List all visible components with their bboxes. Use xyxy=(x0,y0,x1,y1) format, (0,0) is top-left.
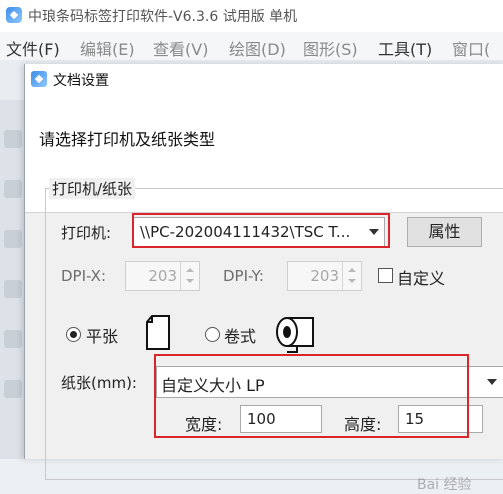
tool-strip xyxy=(0,100,26,459)
printer-select-value: \\PC-202004111432\TSC T... xyxy=(140,223,351,241)
menu-draw[interactable]: 绘图(D) xyxy=(229,36,286,60)
chevron-down-icon[interactable] xyxy=(481,367,503,397)
custom-dpi-checkbox[interactable] xyxy=(378,268,393,283)
menu-window[interactable]: 窗口( xyxy=(452,36,490,60)
printer-label: 打印机: xyxy=(61,224,112,242)
roll-paper-radio[interactable] xyxy=(205,327,220,342)
dpi-y-value: 203 xyxy=(310,267,339,285)
spinner-arrows[interactable] xyxy=(180,262,199,290)
watermark: Bai 经验 xyxy=(417,477,472,493)
roll-paper-label: 卷式 xyxy=(224,327,257,346)
document-settings-dialog: 文档设置 请选择打印机及纸张类型 打印机/纸张 打印机: \\PC-202004… xyxy=(24,64,503,493)
paper-roll-icon xyxy=(276,317,314,353)
spinner-arrows[interactable] xyxy=(342,262,361,290)
app-titlebar: 中琅条码标签打印软件-V6.3.6 试用版 单机 xyxy=(0,0,503,32)
menu-bar: 文件(F) 编辑(E) 查看(V) 绘图(D) 图形(S) 工具(T) 窗口( xyxy=(0,32,503,60)
flat-paper-radio[interactable] xyxy=(66,327,81,342)
dialog-app-icon xyxy=(31,71,47,87)
height-input[interactable]: 15 xyxy=(398,405,483,433)
dialog-titlebar: 文档设置 xyxy=(25,64,503,94)
app-title: 中琅条码标签打印软件-V6.3.6 试用版 单机 xyxy=(28,9,298,25)
dpi-x-value: 203 xyxy=(148,267,177,285)
paper-size-label: 纸张(mm): xyxy=(61,374,137,392)
dpi-x-spinner[interactable]: 203 xyxy=(125,261,200,291)
tool-button[interactable] xyxy=(4,380,22,398)
width-input[interactable]: 100 xyxy=(240,405,322,433)
chevron-down-icon[interactable] xyxy=(364,218,384,246)
dialog-instruction: 请选择打印机及纸张类型 xyxy=(39,130,216,149)
arrow-down-icon[interactable] xyxy=(348,279,356,283)
flat-sheet-icon xyxy=(146,315,170,350)
dpi-y-label: DPI-Y: xyxy=(223,267,264,285)
arrow-down-icon[interactable] xyxy=(186,279,194,283)
menu-shapes[interactable]: 图形(S) xyxy=(303,36,358,60)
printer-select[interactable]: \\PC-202004111432\TSC T... xyxy=(133,217,385,247)
dpi-y-spinner[interactable]: 203 xyxy=(287,261,362,291)
dpi-x-label: DPI-X: xyxy=(61,267,107,285)
arrow-up-icon[interactable] xyxy=(186,268,194,272)
custom-dpi-label: 自定义 xyxy=(397,269,446,288)
dialog-title: 文档设置 xyxy=(53,73,109,89)
menu-file[interactable]: 文件(F) xyxy=(6,36,60,60)
properties-button[interactable]: 属性 xyxy=(407,217,482,247)
paper-size-value: 自定义大小 LP xyxy=(161,376,265,395)
menu-tools[interactable]: 工具(T) xyxy=(378,36,432,60)
width-label: 宽度: xyxy=(185,415,223,434)
tool-button[interactable] xyxy=(4,330,22,348)
height-label: 高度: xyxy=(344,415,382,434)
menu-view[interactable]: 查看(V) xyxy=(153,36,208,60)
app-logo-icon xyxy=(6,7,22,23)
tool-button[interactable] xyxy=(4,130,22,148)
flat-paper-label: 平张 xyxy=(86,327,119,346)
menu-edit[interactable]: 编辑(E) xyxy=(80,36,135,60)
paper-size-select[interactable]: 自定义大小 LP xyxy=(156,366,503,398)
tool-button[interactable] xyxy=(4,280,22,298)
group-label: 打印机/纸张 xyxy=(49,178,136,199)
tool-button[interactable] xyxy=(4,180,22,198)
arrow-up-icon[interactable] xyxy=(348,268,356,272)
tool-button[interactable] xyxy=(4,230,22,248)
